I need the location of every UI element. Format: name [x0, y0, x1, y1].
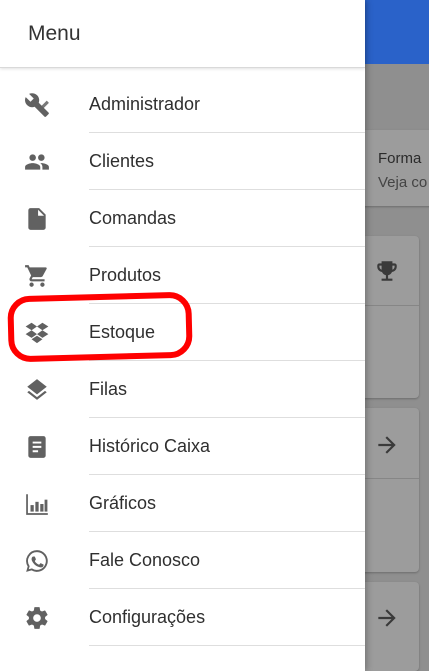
cart-icon [23, 262, 51, 290]
menu-item-historico-caixa[interactable]: Histórico Caixa [0, 418, 365, 475]
navigation-drawer: Menu Administrador Clientes Comandas Pro… [0, 0, 365, 671]
menu-item-label: Comandas [89, 208, 177, 228]
menu-item-label: Configurações [89, 607, 206, 627]
menu-item-label: Estoque [89, 322, 156, 342]
people-icon [23, 148, 51, 176]
menu-item-label: Administrador [89, 94, 201, 114]
menu-item-fale-conosco[interactable]: Fale Conosco [0, 532, 365, 589]
tools-icon [23, 91, 51, 119]
bar-chart-icon [23, 490, 51, 518]
menu-item-clientes[interactable]: Clientes [0, 133, 365, 190]
drawer-title: Menu [28, 21, 81, 45]
menu-item-graficos[interactable]: Gráficos [0, 475, 365, 532]
drawer-header: Menu [0, 0, 365, 68]
background-card [355, 130, 429, 206]
menu-item-label: Filas [89, 379, 128, 399]
document-icon [23, 433, 51, 461]
card-title: Forma [378, 150, 422, 167]
menu-item-label: Histórico Caixa [89, 436, 211, 456]
whatsapp-icon [23, 547, 51, 575]
menu-item-administrador[interactable]: Administrador [0, 76, 365, 133]
arrow-right-icon[interactable] [374, 605, 400, 631]
menu-item-label: Clientes [89, 151, 155, 171]
arrow-right-icon[interactable] [374, 432, 400, 458]
menu-item-configuracoes[interactable]: Configurações [0, 589, 365, 646]
menu-item-label: Fale Conosco [89, 550, 201, 570]
menu-item-label: Gráficos [89, 493, 157, 513]
card-subtitle: Veja co [378, 174, 428, 191]
menu-item-produtos[interactable]: Produtos [0, 247, 365, 304]
menu-item-filas[interactable]: Filas [0, 361, 365, 418]
gear-icon [23, 604, 51, 632]
menu-list: Administrador Clientes Comandas Produtos [0, 76, 365, 646]
menu-item-estoque[interactable]: Estoque [0, 304, 365, 361]
layers-icon [23, 376, 51, 404]
file-icon [23, 205, 51, 233]
dropbox-icon [23, 319, 51, 347]
trophy-icon [377, 261, 397, 281]
menu-item-label: Produtos [89, 265, 162, 285]
menu-item-comandas[interactable]: Comandas [0, 190, 365, 247]
